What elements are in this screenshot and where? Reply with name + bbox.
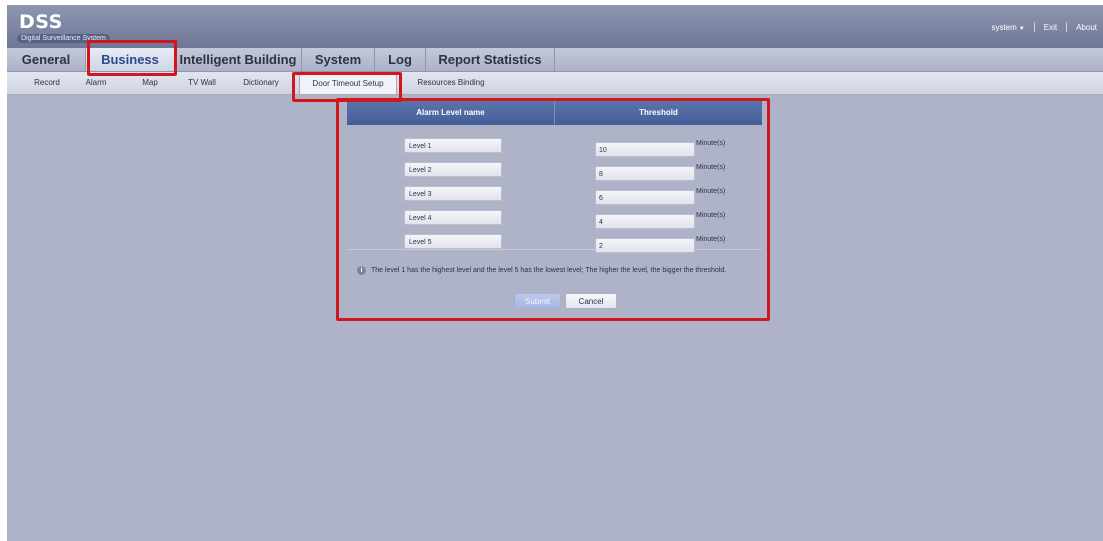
unit-label: Minute(s) [696,212,726,219]
submit-button[interactable]: Submit [514,293,561,309]
column-alarm-level-name: Alarm Level name [416,108,485,117]
column-threshold: Threshold [639,108,678,117]
level-name-field[interactable]: Level 2 [404,162,502,177]
threshold-field[interactable]: 10 [595,142,695,157]
unit-label: Minute(s) [696,164,726,171]
tab-log[interactable]: Log [375,48,426,71]
threshold-field[interactable]: 2 [595,238,695,253]
divider [1066,22,1068,32]
top-banner: DSS Digital Surveillance System system ▼ … [7,5,1103,48]
table-body: Level 1 10 Minute(s) Level 2 8 Minute(s)… [347,125,762,253]
threshold-field[interactable]: 8 [595,166,695,181]
info-note: i The level 1 has the highest level and … [357,266,726,275]
tab-business[interactable]: Business [86,48,175,71]
subtab-record[interactable]: Record [24,72,70,94]
level-name-field[interactable]: Level 4 [404,210,502,225]
tab-report-statistics[interactable]: Report Statistics [426,48,555,71]
divider [1033,22,1035,32]
threshold-field[interactable]: 6 [595,190,695,205]
subtab-door-timeout-setup[interactable]: Door Timeout Setup [299,72,397,94]
table-row: Level 4 4 Minute(s) [347,207,762,231]
level-name-field[interactable]: Level 3 [404,186,502,201]
level-name-field[interactable]: Level 1 [404,138,502,153]
level-name-field[interactable]: Level 5 [404,234,502,249]
unit-label: Minute(s) [696,236,726,243]
info-note-text: The level 1 has the highest level and th… [371,267,727,274]
cancel-button[interactable]: Cancel [565,293,617,309]
app-logo: DSS [19,11,63,33]
top-links: system ▼ Exit About [991,22,1097,32]
door-timeout-panel: Alarm Level name Threshold Level 1 10 Mi… [347,101,762,317]
threshold-field[interactable]: 4 [595,214,695,229]
about-link[interactable]: About [1076,23,1097,32]
app-window: DSS Digital Surveillance System system ▼ … [7,5,1103,541]
tab-intelligent-building[interactable]: Intelligent Building [175,48,302,71]
table-row: Level 2 8 Minute(s) [347,159,762,183]
exit-link[interactable]: Exit [1044,23,1057,32]
subtab-alarm[interactable]: Alarm [77,72,115,94]
unit-label: Minute(s) [696,188,726,195]
subtab-map[interactable]: Map [134,72,166,94]
tab-system[interactable]: System [302,48,375,71]
table-header: Alarm Level name Threshold [347,101,762,125]
table-row: Level 1 10 Minute(s) [347,135,762,159]
main-nav: General Business Intelligent Building Sy… [7,48,1103,72]
unit-label: Minute(s) [696,140,726,147]
sub-nav: Record Alarm Map TV Wall Dictionary Door… [7,72,1103,95]
app-subtitle: Digital Surveillance System [17,34,110,43]
tab-general[interactable]: General [7,48,86,71]
table-row: Level 3 6 Minute(s) [347,183,762,207]
subtab-dictionary[interactable]: Dictionary [235,72,287,94]
info-icon: i [357,266,366,275]
table-row: Level 5 2 Minute(s) [347,231,762,255]
subtab-resources-binding[interactable]: Resources Binding [411,72,491,94]
caret-down-icon: ▼ [1018,25,1025,32]
user-menu[interactable]: system ▼ [991,23,1024,32]
subtab-tv-wall[interactable]: TV Wall [179,72,225,94]
